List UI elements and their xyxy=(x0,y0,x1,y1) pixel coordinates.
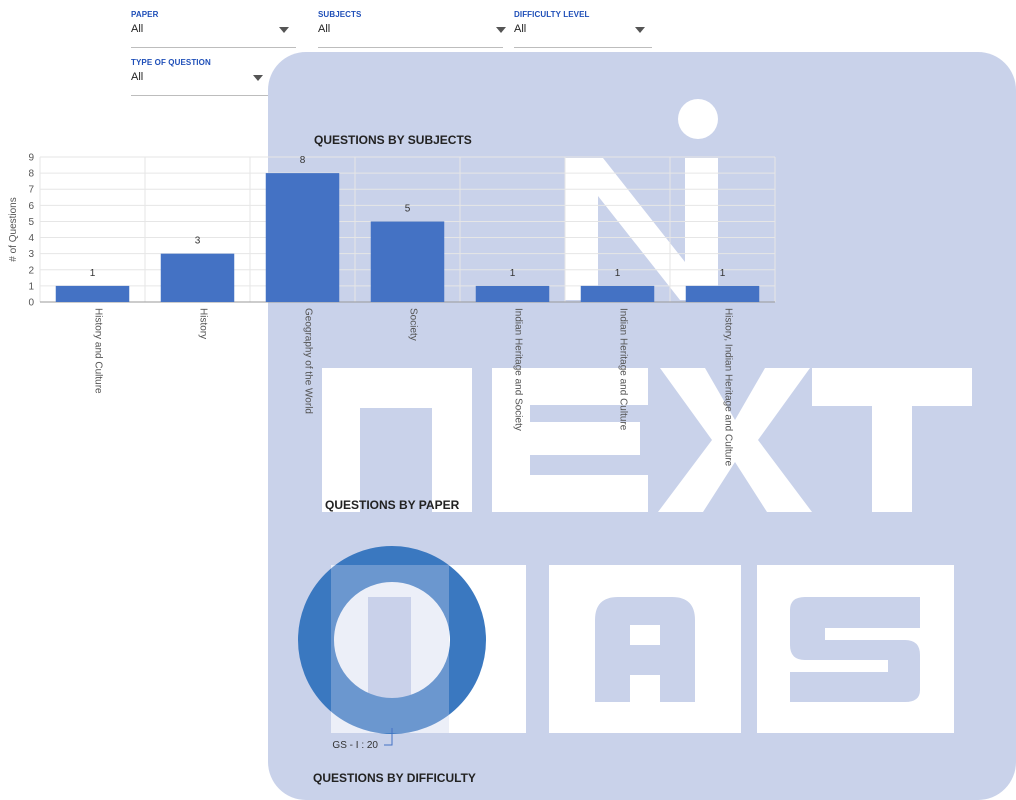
donut-slice-label: GS - I : 20 xyxy=(332,740,378,751)
watermark-overlay xyxy=(331,565,449,733)
paper-donut-chart: GS - I : 20 xyxy=(298,546,486,751)
